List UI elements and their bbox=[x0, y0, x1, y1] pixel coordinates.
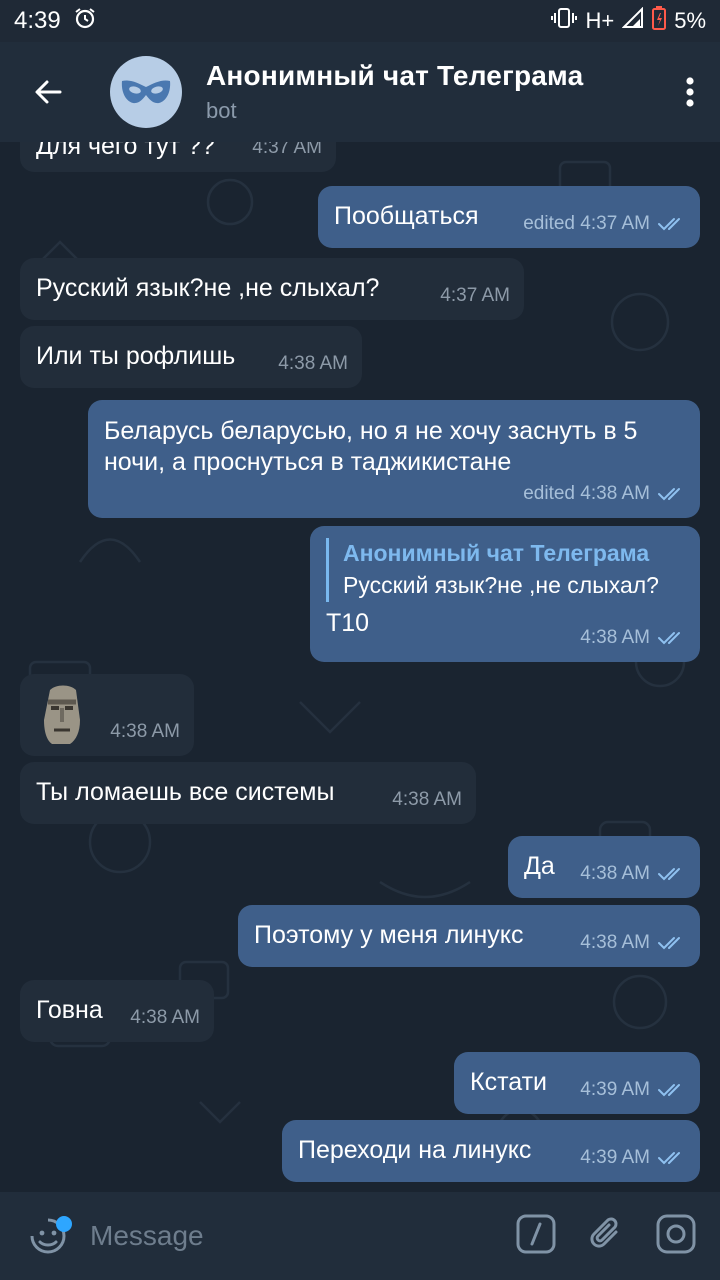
message-meta: edited 4:38 AM bbox=[523, 478, 686, 509]
message-bubble-incoming[interactable]: Говна 4:38 AM bbox=[20, 980, 214, 1042]
message-time: edited 4:38 AM bbox=[523, 483, 650, 504]
message-meta: edited 4:37 AM bbox=[523, 208, 686, 239]
reply-text: Русский язык?не ,не слыхал? bbox=[343, 572, 659, 598]
chat-title-block[interactable]: Анонимный чат Телеграма bot bbox=[206, 60, 583, 124]
message-text: Или ты рофлишь bbox=[36, 342, 236, 370]
message-bubble-outgoing[interactable]: Пообщаться edited 4:37 AM bbox=[318, 186, 700, 248]
message-meta: 4:38 AM bbox=[580, 858, 686, 889]
message-time: 4:37 AM bbox=[440, 285, 510, 306]
battery-icon bbox=[652, 6, 667, 36]
message-bubble-outgoing[interactable]: Кстати 4:39 AM bbox=[454, 1052, 700, 1114]
message-meta: 4:37 AM bbox=[252, 142, 322, 163]
network-type: H+ bbox=[585, 8, 615, 33]
message-bubble-incoming[interactable]: Для чего тут ?? 4:37 AM bbox=[20, 142, 336, 172]
message-time: 4:38 AM bbox=[278, 353, 348, 374]
bot-commands-button[interactable] bbox=[516, 1214, 556, 1259]
instant-camera-icon bbox=[656, 1214, 696, 1253]
alarm-icon bbox=[73, 6, 97, 37]
message-bubble-outgoing[interactable]: Да 4:38 AM bbox=[508, 836, 700, 898]
reply-quote[interactable]: Анонимный чат Телеграма Русский язык?не … bbox=[326, 538, 684, 602]
message-text: Ты ломаешь все системы bbox=[36, 778, 335, 806]
attach-button[interactable] bbox=[586, 1214, 626, 1259]
message-text: Для чего тут ?? bbox=[36, 142, 215, 160]
read-ticks-icon bbox=[658, 867, 680, 880]
read-ticks-icon bbox=[658, 1151, 680, 1164]
message-text: Да bbox=[524, 852, 555, 880]
back-button[interactable] bbox=[0, 42, 96, 142]
message-meta: 4:38 AM bbox=[110, 716, 180, 747]
message-bubble-incoming[interactable]: Или ты рофлишь 4:38 AM bbox=[20, 326, 362, 388]
more-menu-button[interactable] bbox=[660, 42, 720, 142]
read-ticks-icon bbox=[658, 487, 680, 500]
message-time: 4:38 AM bbox=[580, 863, 650, 884]
message-bubble-outgoing[interactable]: Переходи на линукс 4:39 AM bbox=[282, 1120, 700, 1182]
moai-emoji-icon bbox=[44, 685, 80, 744]
message-time: 4:39 AM bbox=[580, 1147, 650, 1168]
message-input-bar: Message bbox=[0, 1192, 720, 1280]
message-time: 4:38 AM bbox=[580, 932, 650, 953]
chat-header: Анонимный чат Телеграма bot bbox=[0, 42, 720, 142]
status-time: 4:39 bbox=[14, 7, 61, 34]
paperclip-icon bbox=[590, 1217, 618, 1248]
message-text: Т10 bbox=[326, 609, 370, 637]
reply-author: Анонимный чат Телеграма bbox=[343, 540, 650, 566]
message-meta: 4:38 AM bbox=[580, 622, 686, 653]
message-list[interactable]: Для чего тут ?? 4:37 AM Пообщаться edite… bbox=[0, 142, 720, 1192]
chat-avatar[interactable] bbox=[110, 56, 182, 128]
chat-subtitle: bot bbox=[206, 98, 237, 123]
message-meta: 4:38 AM bbox=[580, 927, 686, 958]
message-meta: 4:39 AM bbox=[580, 1142, 686, 1173]
read-ticks-icon bbox=[658, 631, 680, 644]
message-bubble-outgoing[interactable]: Анонимный чат Телеграма Русский язык?не … bbox=[310, 526, 700, 662]
message-meta: 4:39 AM bbox=[580, 1074, 686, 1105]
message-input[interactable]: Message bbox=[90, 1220, 204, 1252]
signal-icon bbox=[621, 6, 644, 35]
back-arrow-icon bbox=[35, 80, 62, 104]
message-text: Пообщаться bbox=[334, 202, 479, 230]
emoji-button[interactable] bbox=[0, 1192, 96, 1280]
message-time: 4:37 AM bbox=[252, 142, 322, 158]
message-bubble-outgoing[interactable]: Поэтому у меня линукс 4:38 AM bbox=[238, 905, 700, 967]
slash-command-icon bbox=[516, 1214, 556, 1253]
notification-dot bbox=[56, 1216, 72, 1232]
message-text: Говна bbox=[36, 996, 103, 1024]
status-bar: 4:39 H+ 5% bbox=[0, 0, 720, 42]
read-ticks-icon bbox=[658, 217, 680, 230]
message-time: 4:38 AM bbox=[580, 627, 650, 648]
message-meta: 4:38 AM bbox=[392, 784, 462, 815]
message-time: 4:38 AM bbox=[110, 721, 180, 742]
read-ticks-icon bbox=[658, 1083, 680, 1096]
message-meta: 4:37 AM bbox=[440, 280, 510, 311]
message-time: 4:38 AM bbox=[130, 1007, 200, 1028]
message-bubble-incoming[interactable]: Ты ломаешь все системы 4:38 AM bbox=[20, 762, 476, 824]
message-time: 4:39 AM bbox=[580, 1079, 650, 1100]
message-time: 4:38 AM bbox=[392, 789, 462, 810]
message-bubble-incoming[interactable]: 4:38 AM bbox=[20, 674, 194, 756]
message-text: Поэтому у меня линукс bbox=[254, 921, 524, 949]
message-meta: 4:38 AM bbox=[130, 1002, 200, 1033]
read-ticks-icon bbox=[658, 936, 680, 949]
message-text: Переходи на линукс bbox=[298, 1136, 532, 1164]
message-text: Беларусь беларусью, но я не хочу заснуть… bbox=[104, 417, 638, 476]
battery-level: 5% bbox=[674, 8, 706, 33]
message-meta: 4:38 AM bbox=[278, 348, 348, 379]
more-vertical-icon bbox=[686, 77, 694, 107]
message-time: edited 4:37 AM bbox=[523, 213, 650, 234]
chat-title: Анонимный чат Телеграма bbox=[206, 60, 584, 91]
message-bubble-incoming[interactable]: Русский язык?не ,не слыхал? 4:37 AM bbox=[20, 258, 524, 320]
mask-icon bbox=[121, 80, 171, 104]
vibrate-icon bbox=[551, 7, 578, 35]
message-text: Кстати bbox=[470, 1068, 548, 1096]
message-bubble-outgoing[interactable]: Беларусь беларусью, но я не хочу заснуть… bbox=[88, 400, 700, 518]
camera-button[interactable] bbox=[656, 1214, 696, 1259]
message-text: Русский язык?не ,не слыхал? bbox=[36, 274, 380, 302]
